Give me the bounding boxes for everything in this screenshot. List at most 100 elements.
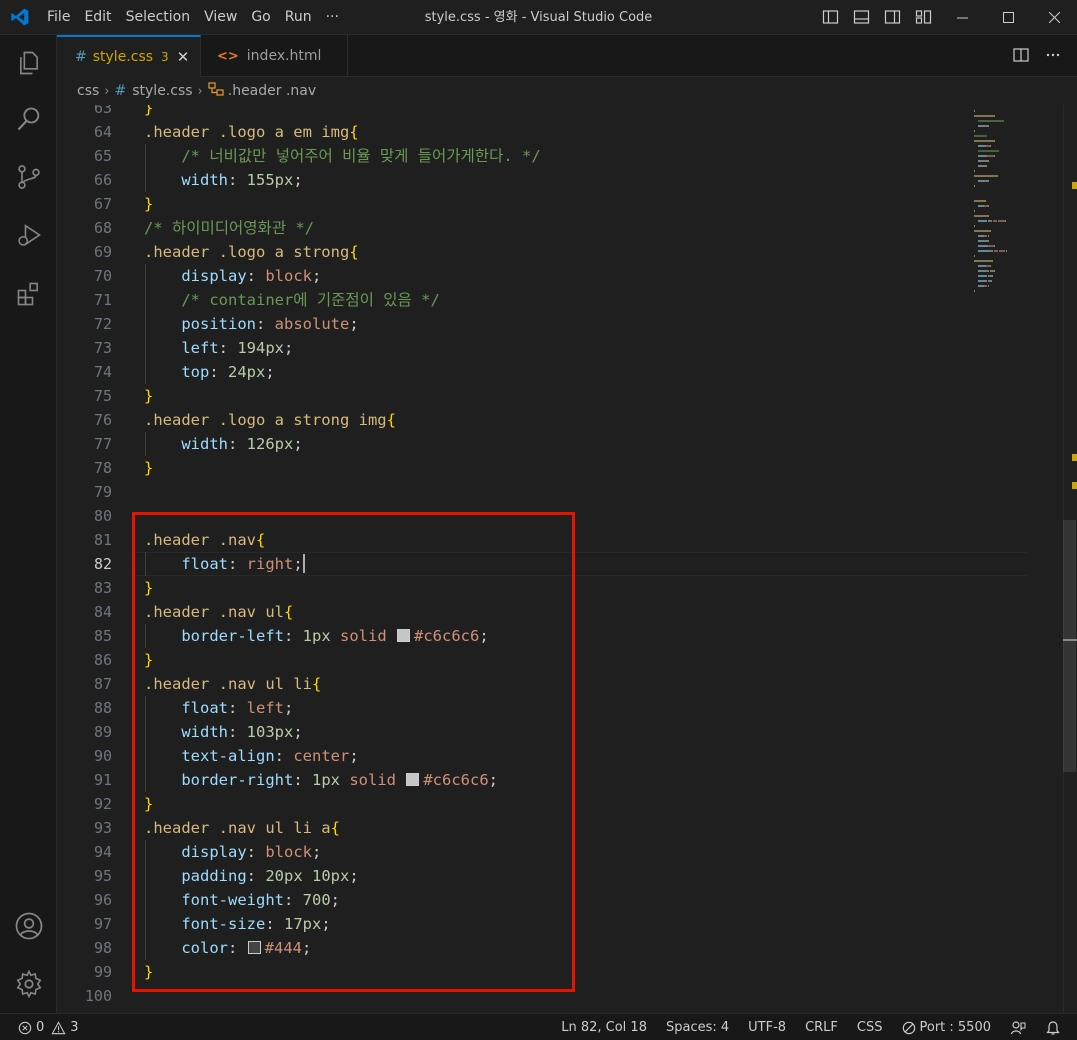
line-text[interactable]: /* 너비값만 넣어주어 비율 맞게 들어가게한다. */	[144, 144, 540, 168]
problems-status[interactable]: 0 3	[18, 1014, 79, 1040]
code-line[interactable]: 81 .header .nav{	[57, 528, 967, 552]
code-line[interactable]: 67}	[57, 192, 967, 216]
line-text[interactable]: }	[144, 792, 153, 816]
line-text[interactable]: position: absolute;	[144, 312, 358, 336]
cursor-position[interactable]: Ln 82, Col 18	[561, 1020, 647, 1035]
line-text[interactable]: /* 하이미디어영화관 */	[144, 216, 314, 240]
breadcrumb-file[interactable]: style.css	[132, 83, 192, 99]
close-window-button[interactable]	[1031, 0, 1077, 35]
line-text[interactable]: float: right;	[144, 552, 305, 576]
line-text[interactable]: padding: 20px 10px;	[144, 864, 358, 888]
encoding[interactable]: UTF-8	[748, 1020, 786, 1035]
line-text[interactable]: }	[144, 456, 153, 480]
run-debug-icon[interactable]	[13, 219, 45, 251]
code-line[interactable]: 96 font-weight: 700;	[57, 888, 967, 912]
code-line[interactable]: 66 width: 155px;	[57, 168, 967, 192]
vscode-logo-icon[interactable]	[0, 0, 40, 35]
menu-file[interactable]: File	[40, 0, 77, 35]
line-text[interactable]: /* container에 기준점이 있음 */	[144, 288, 439, 312]
line-text[interactable]: .header .nav ul{	[144, 600, 293, 624]
line-text[interactable]: width: 126px;	[144, 432, 302, 456]
code-line[interactable]: 69 .header .logo a strong{	[57, 240, 967, 264]
code-line[interactable]: 100	[57, 984, 967, 1008]
tab-close-icon[interactable]: ✕	[177, 48, 190, 66]
code-line[interactable]: 74 top: 24px;	[57, 360, 967, 384]
code-line[interactable]: 78}	[57, 456, 967, 480]
code-line[interactable]: 76 .header .logo a strong img{	[57, 408, 967, 432]
tab-index-html[interactable]: <> index.html	[201, 35, 348, 77]
menu-more[interactable]: ···	[319, 0, 346, 35]
code-line[interactable]: 80	[57, 504, 967, 528]
line-text[interactable]: width: 103px;	[144, 720, 302, 744]
code-line[interactable]: 97 font-size: 17px;	[57, 912, 967, 936]
line-text[interactable]: font-size: 17px;	[144, 912, 330, 936]
menu-edit[interactable]: Edit	[77, 0, 118, 35]
code-line[interactable]: 83}	[57, 576, 967, 600]
code-line[interactable]: 90 text-align: center;	[57, 744, 967, 768]
vertical-scrollbar[interactable]	[1063, 105, 1077, 1013]
color-swatch[interactable]	[406, 773, 420, 786]
line-text[interactable]: }	[144, 192, 153, 216]
line-text[interactable]: left: 194px;	[144, 336, 293, 360]
language-mode[interactable]: CSS	[857, 1020, 883, 1035]
code-line[interactable]: 91 border-right: 1px solid #c6c6c6;	[57, 768, 967, 792]
line-text[interactable]: .header .logo a strong img{	[144, 408, 396, 432]
line-text[interactable]: float: left;	[144, 696, 293, 720]
code-line[interactable]: 92}	[57, 792, 967, 816]
line-text[interactable]: width: 155px;	[144, 168, 302, 192]
code-line[interactable]: 86}	[57, 648, 967, 672]
line-text[interactable]: .header .logo a strong{	[144, 240, 359, 264]
code-line[interactable]: 82 float: right;	[57, 552, 1027, 576]
color-swatch[interactable]	[247, 941, 261, 954]
breadcrumb-folder[interactable]: css	[77, 83, 99, 99]
extensions-icon[interactable]	[13, 278, 45, 310]
code-line[interactable]: 63}	[57, 105, 967, 120]
toggle-secondary-sidebar-icon[interactable]	[884, 9, 901, 25]
breadcrumb-symbol[interactable]: .header .nav	[228, 83, 316, 99]
line-text[interactable]: top: 24px;	[144, 360, 274, 384]
line-text[interactable]: }	[144, 384, 153, 408]
code-line[interactable]: 95 padding: 20px 10px;	[57, 864, 967, 888]
minimize-button[interactable]	[939, 0, 985, 35]
line-text[interactable]: }	[144, 648, 153, 672]
code-line[interactable]: 64 .header .logo a em img{	[57, 120, 967, 144]
code-line[interactable]: 99}	[57, 960, 967, 984]
end-of-line[interactable]: CRLF	[805, 1020, 838, 1035]
code-line[interactable]: 93 .header .nav ul li a{	[57, 816, 967, 840]
code-line[interactable]: 85 border-left: 1px solid #c6c6c6;	[57, 624, 967, 648]
minimap[interactable]	[974, 105, 1059, 305]
line-text[interactable]: .header .nav{	[144, 528, 265, 552]
line-text[interactable]: text-align: center;	[144, 744, 358, 768]
explorer-icon[interactable]	[13, 47, 45, 79]
line-text[interactable]: border-right: 1px solid #c6c6c6;	[144, 768, 498, 792]
code-line[interactable]: 98 color: #444;	[57, 936, 967, 960]
line-text[interactable]: .header .nav ul li{	[144, 672, 321, 696]
color-swatch[interactable]	[397, 629, 411, 642]
menu-run[interactable]: Run	[278, 0, 319, 35]
code-line[interactable]: 72 position: absolute;	[57, 312, 967, 336]
customize-layout-icon[interactable]	[915, 9, 932, 25]
code-line[interactable]: 75}	[57, 384, 967, 408]
toggle-primary-sidebar-icon[interactable]	[822, 9, 839, 25]
settings-gear-icon[interactable]	[13, 968, 45, 1000]
code-line[interactable]: 87 .header .nav ul li{	[57, 672, 967, 696]
source-control-icon[interactable]	[13, 161, 45, 193]
search-icon[interactable]	[13, 103, 45, 135]
menu-go[interactable]: Go	[244, 0, 277, 35]
line-text[interactable]: display: block;	[144, 840, 321, 864]
feedback-icon[interactable]	[1010, 1020, 1026, 1036]
code-line[interactable]: 94 display: block;	[57, 840, 967, 864]
code-line[interactable]: 88 float: left;	[57, 696, 967, 720]
code-line[interactable]: 73 left: 194px;	[57, 336, 967, 360]
menu-selection[interactable]: Selection	[119, 0, 198, 35]
code-line[interactable]: 89 width: 103px;	[57, 720, 967, 744]
toggle-panel-icon[interactable]	[853, 9, 870, 25]
code-line[interactable]: 84 .header .nav ul{	[57, 600, 967, 624]
code-line[interactable]: 70 display: block;	[57, 264, 967, 288]
line-text[interactable]: font-weight: 700;	[144, 888, 340, 912]
menu-view[interactable]: View	[197, 0, 244, 35]
code-line[interactable]: 77 width: 126px;	[57, 432, 967, 456]
more-actions-icon[interactable]	[1045, 47, 1061, 63]
line-text[interactable]: color: #444;	[144, 936, 311, 960]
line-text[interactable]: .header .logo a em img{	[144, 120, 359, 144]
